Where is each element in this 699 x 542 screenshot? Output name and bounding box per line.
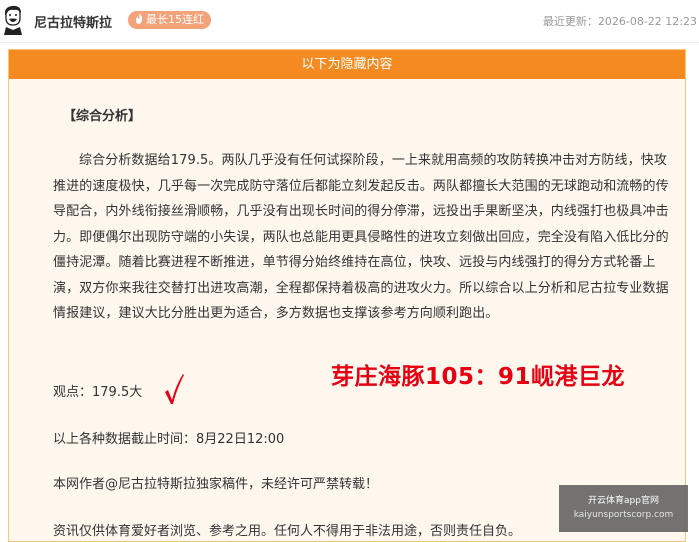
top-bar: 尼古拉特斯拉 最长15连红 最近更新：2026-08-22 12:23	[0, 0, 699, 43]
watermark-url: kaiyunsportscorp.com	[573, 510, 674, 520]
streak-badge-label: 最长15连红	[146, 13, 204, 26]
section-title: 【综合分析】	[63, 109, 142, 124]
match-result: 芽庄海豚105：91岘港巨龙	[331, 364, 626, 390]
last-update-timestamp: 最近更新：2026-08-22 12:23	[542, 15, 697, 28]
avatar[interactable]	[2, 5, 24, 35]
disclaimer-line: 资讯仅供体育爱好者浏览、参考之用。任何人不得用于非法用途，否则责任自负。	[53, 524, 522, 539]
data-cutoff-line: 以上各种数据截止时间：8月22日12:00	[53, 432, 285, 447]
watermark-title: 开云体育app官网	[588, 496, 659, 506]
hidden-content-panel: 以下为隐藏内容 【综合分析】 综合分析数据给179.5。两队几乎没有任何试探阶段…	[8, 49, 686, 542]
flame-icon	[136, 13, 143, 24]
streak-badge: 最长15连红	[128, 11, 211, 29]
hidden-content-banner: 以下为隐藏内容	[9, 50, 685, 79]
author-name[interactable]: 尼古拉特斯拉	[34, 12, 112, 31]
red-checkmark-icon	[165, 374, 184, 404]
analysis-paragraph: 综合分析数据给179.5。两队几乎没有任何试探阶段，一上来就用高频的攻防转换冲击…	[53, 153, 669, 321]
copyright-line: 本网作者@尼古拉特斯拉独家稿件，未经许可严禁转载！	[53, 477, 379, 492]
viewpoint-line: 观点：179.5大	[53, 385, 143, 400]
watermark: 开云体育app官网 kaiyunsportscorp.com	[559, 485, 688, 532]
